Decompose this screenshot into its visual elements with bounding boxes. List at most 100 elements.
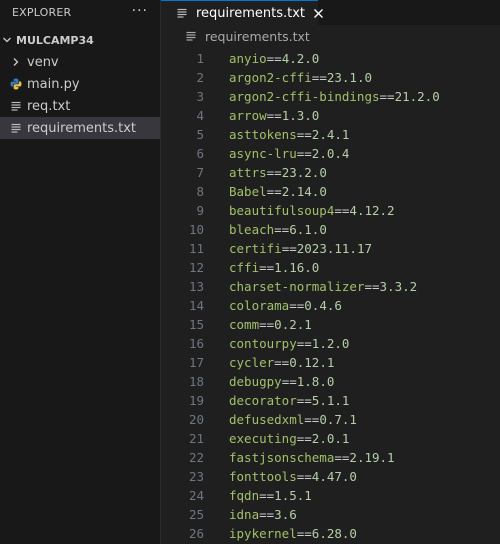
line-text: colorama==0.4.6 (229, 298, 342, 313)
explorer-title: EXPLORER (12, 6, 72, 19)
line-number: 23 (188, 469, 204, 484)
package-version: 23.1.0 (326, 70, 373, 85)
package-name: anyio (229, 51, 267, 66)
code-line[interactable]: 20 defusedxml==0.7.1 (161, 410, 500, 429)
tree-item-label: venv (27, 54, 59, 70)
line-text: argon2-cffi-bindings==21.2.0 (229, 89, 440, 104)
tree-item-venv[interactable]: venv (0, 51, 160, 73)
version-operator: == (296, 526, 312, 541)
code-line[interactable]: 21 executing==2.0.1 (161, 429, 500, 448)
package-version: 0.12.1 (289, 355, 335, 370)
code-editor[interactable]: 1 anyio==4.2.0 2 argon2-cffi==23.1.0 3 argon2… (161, 49, 500, 543)
package-version: 3.3.2 (379, 279, 418, 294)
package-name: fqdn (229, 488, 260, 503)
code-line[interactable]: 12 cffi==1.16.0 (161, 258, 500, 277)
chevron-down-icon (1, 34, 13, 46)
line-text: certifi==2023.11.17 (229, 241, 372, 256)
package-name: arrow (229, 108, 267, 123)
package-name: defusedxml (229, 412, 305, 427)
version-operator: == (281, 241, 297, 256)
code-line[interactable]: 16 contourpy==1.2.0 (161, 334, 500, 353)
package-name: executing (229, 431, 297, 446)
package-version: 4.12.2 (349, 203, 395, 218)
tree-item-requirements-txt[interactable]: requirements.txt (0, 117, 160, 139)
editor-area: requirements.txt requirements.txt 1 anyio… (161, 0, 500, 544)
package-name: asttokens (229, 127, 297, 142)
package-version: 6.28.0 (311, 526, 357, 541)
close-icon[interactable] (313, 6, 324, 20)
breadcrumb-file: requirements.txt (205, 28, 310, 44)
line-number: 2 (196, 70, 204, 85)
workspace-folder-name: MULCAMP34 (16, 33, 94, 47)
code-line[interactable]: 6 async-lru==2.0.4 (161, 144, 500, 163)
code-line[interactable]: 22 fastjsonschema==2.19.1 (161, 448, 500, 467)
package-name: attrs (229, 165, 267, 180)
code-line[interactable]: 14 colorama==0.4.6 (161, 296, 500, 315)
line-text: async-lru==2.0.4 (229, 146, 349, 161)
code-line[interactable]: 4 arrow==1.3.0 (161, 106, 500, 125)
code-line[interactable]: 18 debugpy==1.8.0 (161, 372, 500, 391)
line-number: 12 (188, 260, 204, 275)
line-number: 14 (188, 298, 204, 313)
more-actions-icon[interactable]: ··· (132, 4, 148, 22)
version-operator: == (296, 393, 312, 408)
version-operator: == (259, 317, 275, 332)
version-operator: == (296, 469, 312, 484)
package-name: colorama (229, 298, 290, 313)
line-text: debugpy==1.8.0 (229, 374, 334, 389)
code-line[interactable]: 9 beautifulsoup4==4.12.2 (161, 201, 500, 220)
code-line[interactable]: 10 bleach==6.1.0 (161, 220, 500, 239)
code-line[interactable]: 7 attrs==23.2.0 (161, 163, 500, 182)
line-text: asttokens==2.4.1 (229, 127, 349, 142)
package-name: async-lru (229, 146, 297, 161)
tree-item-req-txt[interactable]: req.txt (0, 95, 160, 117)
code-line[interactable]: 26 ipykernel==6.28.0 (161, 524, 500, 543)
code-line[interactable]: 25 idna==3.6 (161, 505, 500, 524)
code-line[interactable]: 11 certifi==2023.11.17 (161, 239, 500, 258)
code-line[interactable]: 13 charset-normalizer==3.3.2 (161, 277, 500, 296)
package-version: 1.16.0 (274, 260, 320, 275)
package-version: 2.4.1 (311, 127, 350, 142)
package-name: bleach (229, 222, 275, 237)
code-line[interactable]: 15 comm==0.2.1 (161, 315, 500, 334)
package-version: 4.2.0 (281, 51, 320, 66)
version-operator: == (259, 507, 275, 522)
workspace-folder[interactable]: MULCAMP34 (0, 29, 160, 51)
line-text: fqdn==1.5.1 (229, 488, 312, 503)
breadcrumb[interactable]: requirements.txt (161, 25, 500, 47)
line-number: 16 (188, 336, 204, 351)
code-line[interactable]: 3 argon2-cffi-bindings==21.2.0 (161, 87, 500, 106)
package-name: argon2-cffi (229, 70, 312, 85)
code-line[interactable]: 17 cycler==0.12.1 (161, 353, 500, 372)
package-version: 2.19.1 (349, 450, 395, 465)
version-operator: == (259, 260, 275, 275)
package-version: 1.2.0 (311, 336, 350, 351)
line-text: bleach==6.1.0 (229, 222, 327, 237)
code-line[interactable]: 1 anyio==4.2.0 (161, 49, 500, 68)
version-operator: == (259, 488, 275, 503)
package-version: 2.0.4 (311, 146, 350, 161)
code-line[interactable]: 19 decorator==5.1.1 (161, 391, 500, 410)
line-number: 24 (188, 488, 204, 503)
tab-requirements-txt[interactable]: requirements.txt (161, 0, 323, 25)
version-operator: == (311, 70, 327, 85)
version-operator: == (304, 412, 320, 427)
package-name: idna (229, 507, 260, 522)
version-operator: == (296, 127, 312, 142)
line-number: 3 (196, 89, 204, 104)
line-text: idna==3.6 (229, 507, 297, 522)
code-line[interactable]: 23 fonttools==4.47.0 (161, 467, 500, 486)
package-version: 1.8.0 (296, 374, 335, 389)
text-file-icon (184, 29, 198, 43)
version-operator: == (266, 165, 282, 180)
code-line[interactable]: 24 fqdn==1.5.1 (161, 486, 500, 505)
line-number: 15 (188, 317, 204, 332)
code-line[interactable]: 8 Babel==2.14.0 (161, 182, 500, 201)
code-line[interactable]: 5 asttokens==2.4.1 (161, 125, 500, 144)
version-operator: == (296, 146, 312, 161)
line-number: 18 (188, 374, 204, 389)
tree-item-main-py[interactable]: main.py (0, 73, 160, 95)
code-line[interactable]: 2 argon2-cffi==23.1.0 (161, 68, 500, 87)
line-number: 1 (196, 51, 204, 66)
tab-label: requirements.txt (196, 5, 306, 21)
